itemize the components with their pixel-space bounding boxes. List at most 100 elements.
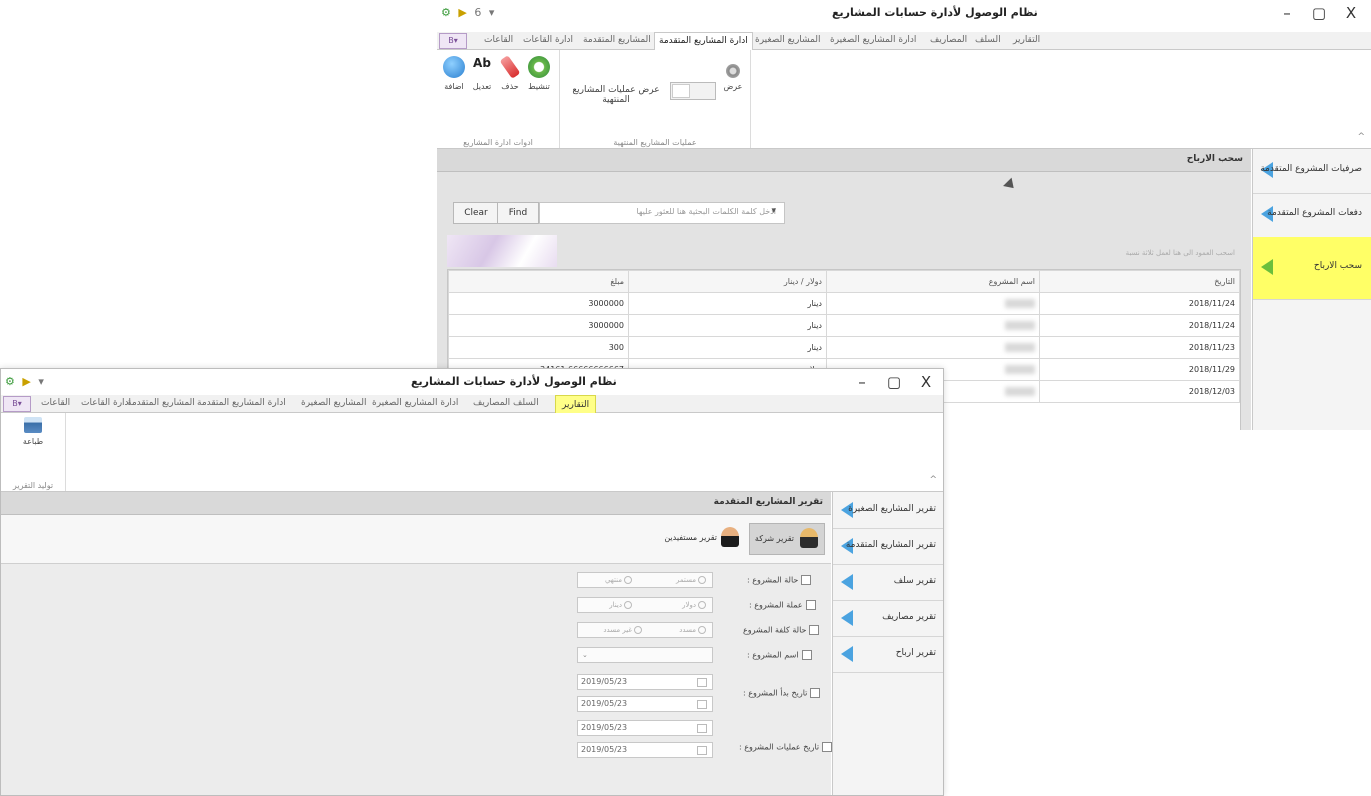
delete-button[interactable]: حذف	[497, 55, 523, 91]
qat-dropdown-icon[interactable]: ▾	[489, 6, 497, 19]
qat-dropdown-icon[interactable]: ▾	[38, 375, 46, 388]
clear-button[interactable]: Clear	[453, 202, 499, 224]
side-panel: صرفيات المشروع المتقدمة دفعات المشروع ال…	[1252, 149, 1371, 430]
minimize-button[interactable]: –	[1271, 4, 1303, 22]
add-button[interactable]: اضافة	[441, 56, 467, 91]
view-gear-icon	[726, 64, 740, 78]
calendar-icon[interactable]	[697, 724, 707, 733]
project-status-options: مستمر منتهي	[577, 572, 713, 588]
app-menu-button[interactable]: B▾	[439, 33, 467, 49]
operations-date-checkbox[interactable]: تاريخ عمليات المشروع :	[739, 742, 833, 752]
tab-halls[interactable]: القاعات	[484, 32, 513, 49]
group-panel-decoration	[447, 235, 557, 267]
tab-expenses[interactable]: المصاريف	[473, 395, 510, 412]
reports-window: ⚙ ▶ ▾ نظام الوصول لأدارة حسابات المشاريع…	[0, 368, 944, 796]
start-date-checkbox[interactable]: تاريخ بدأ المشروع :	[743, 688, 821, 698]
operations-date-from[interactable]: 2019/05/23	[577, 720, 713, 736]
tab-reports[interactable]: التقارير	[1013, 32, 1040, 49]
status-finished-radio[interactable]: منتهي	[605, 576, 632, 584]
currency-dollar-radio[interactable]: دولار	[682, 601, 706, 609]
restore-button[interactable]: ▢	[1303, 4, 1335, 22]
flag-icon[interactable]: ▶	[22, 375, 32, 388]
close-button[interactable]: X	[910, 373, 942, 391]
cost-paid-radio[interactable]: مسدد	[679, 626, 706, 634]
chevron-down-icon: ⌄	[582, 651, 588, 659]
currency-dinar-radio[interactable]: دينار	[609, 601, 632, 609]
table-row[interactable]: 2018/11/24 دينار 3000000	[448, 314, 1240, 337]
add-label: اضافة	[444, 82, 464, 91]
tab-small-projects[interactable]: المشاريع الصغيرة	[755, 32, 821, 49]
project-name-select[interactable]: ⌄	[577, 647, 713, 663]
col-date-header[interactable]: التاريخ	[1039, 270, 1240, 293]
tab-manage-advanced-projects[interactable]: ادارة المشاريع المتقدمة	[654, 32, 753, 50]
minimize-button[interactable]: –	[846, 373, 878, 391]
filters-area: حالة المشروع : مستمر منتهي عملة المشروع :…	[1, 564, 833, 795]
tab-manage-small-projects[interactable]: ادارة المشاريع الصغيرة	[830, 32, 916, 49]
flag-icon[interactable]: ▶	[458, 6, 468, 19]
table-row[interactable]: 2018/11/24 دينار 3000000	[448, 292, 1240, 315]
tab-halls[interactable]: القاعات	[41, 395, 70, 412]
operations-date-label: تاريخ عمليات المشروع :	[739, 742, 820, 752]
tab-small-projects[interactable]: المشاريع الصغيرة	[301, 395, 367, 412]
side-item-advanced-payments[interactable]: دفعات المشروع المتقدمة	[1253, 193, 1371, 238]
tab-advanced-projects[interactable]: المشاريع المتقدمة	[127, 395, 195, 412]
collapse-ribbon-icon[interactable]: ^	[929, 475, 937, 485]
tab-manage-advanced-projects[interactable]: ادارة المشاريع المتقدمة	[197, 395, 286, 412]
view-button[interactable]: عرض	[720, 64, 746, 91]
search-input[interactable]: ادخل كلمة الكلمات البحثية هنا للعثور علي…	[539, 202, 785, 224]
project-status-checkbox[interactable]: حالة المشروع :	[747, 575, 812, 585]
col-amount-header[interactable]: مبلغ	[448, 270, 629, 293]
company-report-button[interactable]: تقرير شركة	[749, 523, 825, 555]
tab-manage-small-projects[interactable]: ادارة المشاريع الصغيرة	[372, 395, 458, 412]
cost-status-checkbox[interactable]: حالة كلفة المشروع	[743, 625, 820, 635]
eraser-icon	[499, 55, 521, 79]
side-item-label: تقرير سلف	[893, 576, 936, 586]
beneficiaries-report-label: تقرير مستفيدين	[664, 533, 717, 542]
calendar-icon[interactable]	[697, 678, 707, 687]
plus-icon	[443, 56, 465, 78]
operations-date-to[interactable]: 2019/05/23	[577, 742, 713, 758]
finished-toggle[interactable]	[670, 82, 716, 100]
panel-header: تقرير المشاريع المتقدمة	[1, 492, 831, 515]
settings-icon[interactable]: ⚙	[5, 375, 17, 388]
restore-button[interactable]: ▢	[878, 373, 910, 391]
company-user-icon	[800, 528, 818, 548]
side-item-advanced-projects-report[interactable]: تقرير المشاريع المتقدمة	[833, 528, 943, 565]
tab-manage-halls[interactable]: ادارة القاعات	[81, 395, 131, 412]
start-date-from[interactable]: 2019/05/23	[577, 674, 713, 690]
tab-advanced-projects[interactable]: المشاريع المتقدمة	[583, 32, 651, 49]
side-item-advanced-expenses[interactable]: صرفيات المشروع المتقدمة	[1253, 149, 1371, 194]
cost-unpaid-radio[interactable]: غير مسدد	[603, 626, 642, 634]
close-button[interactable]: X	[1335, 4, 1367, 22]
currency-dinar-label: دينار	[609, 601, 622, 609]
table-row[interactable]: 2018/11/23 دينار 300	[448, 336, 1240, 359]
side-item-expenses-report[interactable]: تقرير مصاريف	[833, 600, 943, 637]
edit-button[interactable]: Ab تعديل	[469, 56, 495, 91]
project-name-checkbox[interactable]: اسم المشروع :	[747, 650, 812, 660]
calendar-icon[interactable]	[697, 700, 707, 709]
beneficiaries-report-button[interactable]: تقرير مستفيدين	[661, 523, 747, 553]
tab-advances[interactable]: السلف	[513, 395, 539, 412]
start-date-to[interactable]: 2019/05/23	[577, 696, 713, 712]
refresh-button[interactable]: تنشيط	[525, 56, 553, 91]
col-project-header[interactable]: اسم المشروع	[826, 270, 1040, 293]
status-running-radio[interactable]: مستمر	[676, 576, 706, 584]
side-item-advances-report[interactable]: تقرير سلف	[833, 564, 943, 601]
settings-icon[interactable]: ⚙	[441, 6, 453, 19]
side-item-withdraw-profits[interactable]: سحب الارباح	[1253, 237, 1371, 300]
search-dropdown-icon[interactable]: ▾	[544, 206, 776, 216]
side-item-profits-report[interactable]: تقرير ارباح	[833, 636, 943, 673]
tab-manage-halls[interactable]: ادارة القاعات	[523, 32, 573, 49]
calendar-icon[interactable]	[697, 746, 707, 755]
collapse-ribbon-icon[interactable]: ^	[1357, 132, 1365, 142]
tab-expenses[interactable]: المصاريف	[930, 32, 967, 49]
col-currency-header[interactable]: دولار / دينار	[628, 270, 827, 293]
app-menu-button[interactable]: B▾	[3, 396, 31, 412]
project-currency-checkbox[interactable]: عملة المشروع :	[749, 600, 816, 610]
print-button[interactable]: طباعة	[19, 417, 47, 446]
status-running-label: مستمر	[675, 576, 696, 584]
side-item-small-projects-report[interactable]: تقرير المشاريع الصغيرة	[833, 492, 943, 529]
main-window-profits: ⚙ ▶ 6 ▾ نظام الوصول لأدارة حسابات المشار…	[437, 0, 1371, 430]
find-button[interactable]: Find	[497, 202, 539, 224]
tab-advances[interactable]: السلف	[975, 32, 1001, 49]
